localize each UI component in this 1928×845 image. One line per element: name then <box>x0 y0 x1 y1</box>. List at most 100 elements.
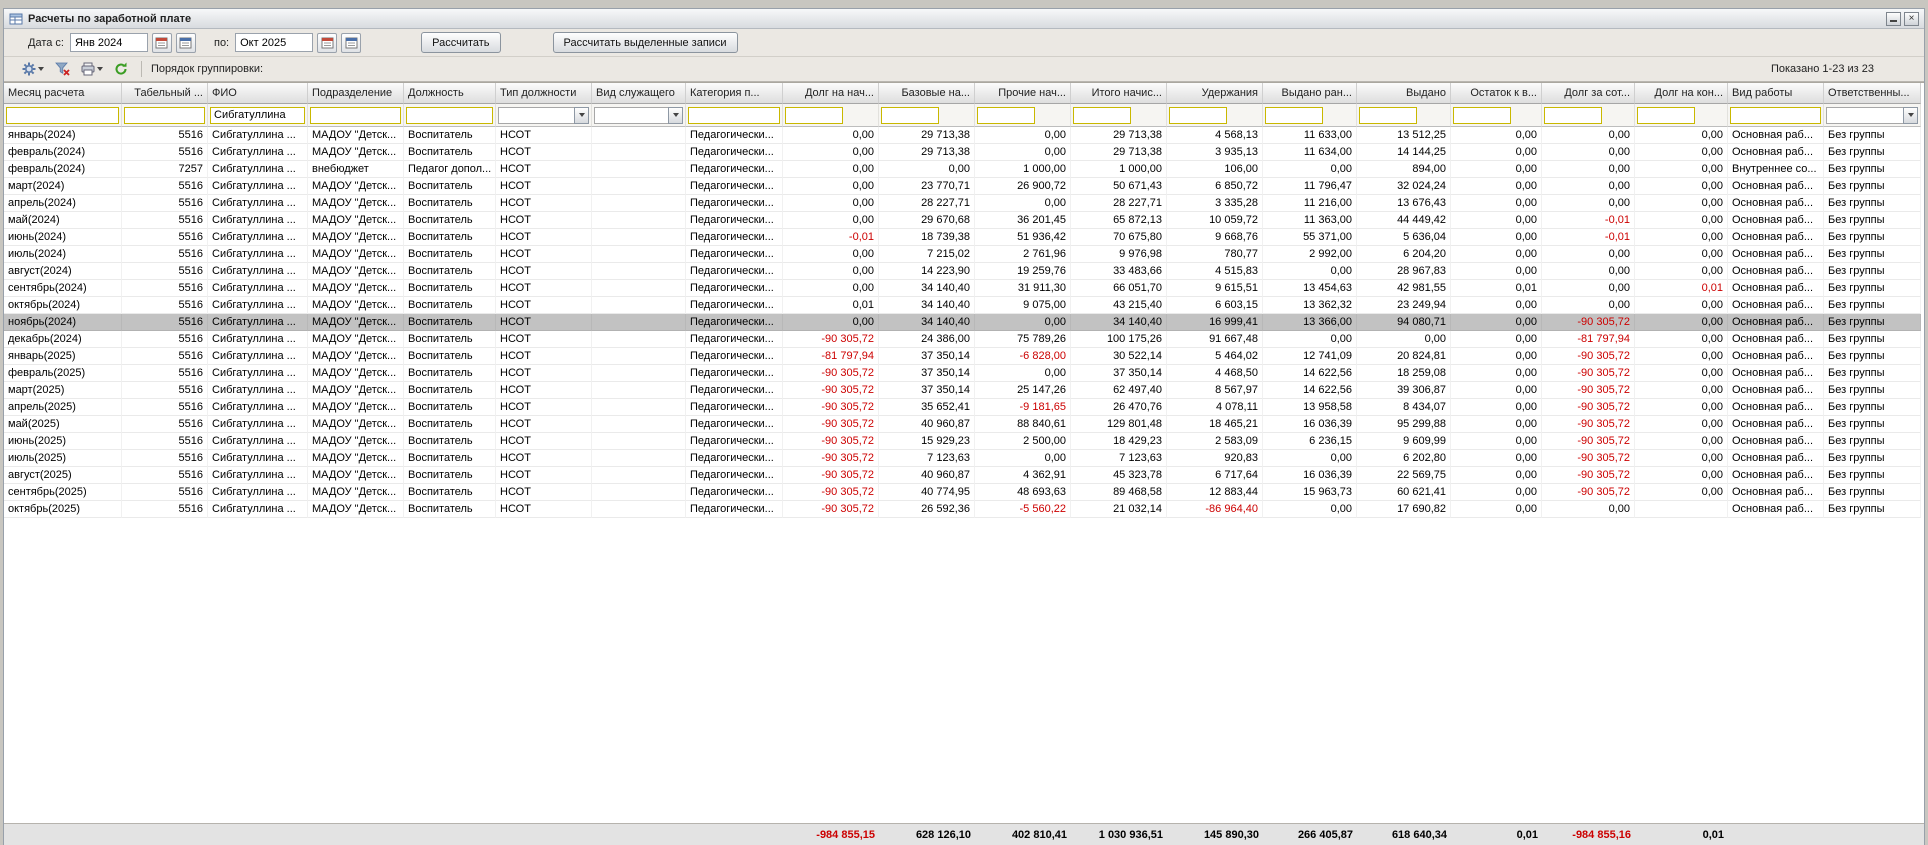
table-row[interactable]: декабрь(2024)5516Сибгатуллина ...МАДОУ "… <box>4 331 1921 348</box>
grid-cell[interactable]: 0,00 <box>1542 127 1635 144</box>
grid-cell[interactable]: 42 981,55 <box>1357 280 1451 297</box>
grid-cell[interactable]: Воспитатель <box>404 365 496 382</box>
column-header-8[interactable]: Долг на нач... <box>783 83 879 104</box>
grid-cell[interactable]: Без группы <box>1824 399 1921 416</box>
grid-cell[interactable]: 0,00 <box>1451 501 1542 518</box>
grid-cell[interactable]: Основная раб... <box>1728 314 1824 331</box>
grid-cell[interactable]: 5516 <box>122 195 208 212</box>
grid-cell[interactable]: Педагогически... <box>686 331 783 348</box>
grid-cell[interactable]: -86 964,40 <box>1167 501 1263 518</box>
grid-cell[interactable]: 0,00 <box>1451 484 1542 501</box>
grid-cell[interactable]: 0,00 <box>1635 263 1728 280</box>
grid-cell[interactable]: 18 739,38 <box>879 229 975 246</box>
grid-cell[interactable]: -90 305,72 <box>783 484 879 501</box>
grid-cell[interactable]: -90 305,72 <box>1542 348 1635 365</box>
grid-cell[interactable]: 5516 <box>122 450 208 467</box>
date-from-input[interactable] <box>70 33 148 52</box>
filter-input-9[interactable] <box>881 107 939 124</box>
grid-cell[interactable]: 29 713,38 <box>879 144 975 161</box>
grid-cell[interactable]: 0,00 <box>1451 433 1542 450</box>
table-row[interactable]: июнь(2024)5516Сибгатуллина ...МАДОУ "Дет… <box>4 229 1921 246</box>
grid-cell[interactable]: Основная раб... <box>1728 382 1824 399</box>
grid-cell[interactable] <box>592 246 686 263</box>
grid-cell[interactable]: -90 305,72 <box>783 416 879 433</box>
column-header-15[interactable]: Остаток к в... <box>1451 83 1542 104</box>
grid-cell[interactable]: Воспитатель <box>404 450 496 467</box>
grid-cell[interactable]: 0,00 <box>975 144 1071 161</box>
grid-cell[interactable]: июнь(2025) <box>4 433 122 450</box>
grid-cell[interactable]: май(2024) <box>4 212 122 229</box>
grid-cell[interactable]: 6 717,64 <box>1167 467 1263 484</box>
grid-cell[interactable]: Сибгатуллина ... <box>208 365 308 382</box>
grid-cell[interactable]: 48 693,63 <box>975 484 1071 501</box>
grid-cell[interactable]: Сибгатуллина ... <box>208 280 308 297</box>
grid-cell[interactable]: 37 350,14 <box>1071 365 1167 382</box>
grid-cell[interactable]: 0,00 <box>1451 263 1542 280</box>
grid-cell[interactable]: 5516 <box>122 433 208 450</box>
grid-cell[interactable]: 5516 <box>122 365 208 382</box>
grid-cell[interactable]: Основная раб... <box>1728 178 1824 195</box>
grid-cell[interactable]: Сибгатуллина ... <box>208 144 308 161</box>
grid-cell[interactable]: НСОТ <box>496 484 592 501</box>
grid-cell[interactable]: МАДОУ "Детск... <box>308 144 404 161</box>
grid-cell[interactable]: Воспитатель <box>404 382 496 399</box>
grid-cell[interactable]: Основная раб... <box>1728 484 1824 501</box>
grid-cell[interactable]: Сибгатуллина ... <box>208 263 308 280</box>
grid-cell[interactable]: 0,00 <box>1451 331 1542 348</box>
filter-input-8[interactable] <box>785 107 843 124</box>
grid-cell[interactable]: Основная раб... <box>1728 195 1824 212</box>
grid-cell[interactable]: НСОТ <box>496 416 592 433</box>
grid-cell[interactable] <box>592 450 686 467</box>
grid-cell[interactable]: 34 140,40 <box>879 297 975 314</box>
grid-cell[interactable]: 7 215,02 <box>879 246 975 263</box>
grid-cell[interactable]: Без группы <box>1824 433 1921 450</box>
grid-cell[interactable]: Основная раб... <box>1728 365 1824 382</box>
grid-cell[interactable]: Без группы <box>1824 484 1921 501</box>
grid-cell[interactable]: 13 676,43 <box>1357 195 1451 212</box>
table-row[interactable]: июнь(2025)5516Сибгатуллина ...МАДОУ "Дет… <box>4 433 1921 450</box>
grid-cell[interactable]: 0,00 <box>1451 382 1542 399</box>
grid-cell[interactable]: 0,00 <box>1635 212 1728 229</box>
print-menu-button[interactable] <box>77 59 107 80</box>
grid-cell[interactable]: 0,00 <box>1635 416 1728 433</box>
grid-cell[interactable]: Педагог допол... <box>404 161 496 178</box>
grid-cell[interactable]: 9 976,98 <box>1071 246 1167 263</box>
grid-cell[interactable]: 780,77 <box>1167 246 1263 263</box>
grid-cell[interactable]: 6 236,15 <box>1263 433 1357 450</box>
grid-cell[interactable]: 95 299,88 <box>1357 416 1451 433</box>
grid-cell[interactable]: Воспитатель <box>404 212 496 229</box>
grid-cell[interactable]: -90 305,72 <box>1542 484 1635 501</box>
grid-cell[interactable]: МАДОУ "Детск... <box>308 450 404 467</box>
grid-cell[interactable]: Воспитатель <box>404 246 496 263</box>
grid-cell[interactable]: 34 140,40 <box>1071 314 1167 331</box>
grid-cell[interactable]: 24 386,00 <box>879 331 975 348</box>
grid-cell[interactable]: Воспитатель <box>404 280 496 297</box>
grid-cell[interactable]: Сибгатуллина ... <box>208 399 308 416</box>
grid-cell[interactable]: Педагогически... <box>686 382 783 399</box>
grid-cell[interactable]: 0,00 <box>1542 246 1635 263</box>
grid-cell[interactable]: Сибгатуллина ... <box>208 331 308 348</box>
grid-cell[interactable]: Без группы <box>1824 280 1921 297</box>
column-header-9[interactable]: Базовые на... <box>879 83 975 104</box>
grid-cell[interactable]: 28 227,71 <box>1071 195 1167 212</box>
grid-cell[interactable]: 0,00 <box>1451 212 1542 229</box>
grid-cell[interactable]: Воспитатель <box>404 297 496 314</box>
grid-cell[interactable]: 43 215,40 <box>1071 297 1167 314</box>
grid-cell[interactable]: МАДОУ "Детск... <box>308 399 404 416</box>
grid-cell[interactable]: 0,00 <box>1635 450 1728 467</box>
grid-cell[interactable]: 14 622,56 <box>1263 382 1357 399</box>
column-header-14[interactable]: Выдано <box>1357 83 1451 104</box>
grid-cell[interactable]: ноябрь(2024) <box>4 314 122 331</box>
filter-input-16[interactable] <box>1544 107 1602 124</box>
table-row[interactable]: январь(2024)5516Сибгатуллина ...МАДОУ "Д… <box>4 127 1921 144</box>
filter-input-2[interactable] <box>210 107 305 124</box>
grid-cell[interactable]: Основная раб... <box>1728 399 1824 416</box>
grid-cell[interactable]: 13 958,58 <box>1263 399 1357 416</box>
grid-cell[interactable]: Сибгатуллина ... <box>208 178 308 195</box>
grid-cell[interactable]: 0,00 <box>1357 331 1451 348</box>
grid-cell[interactable]: 4 468,50 <box>1167 365 1263 382</box>
grid-cell[interactable]: 2 761,96 <box>975 246 1071 263</box>
grid-cell[interactable]: Воспитатель <box>404 144 496 161</box>
grid-cell[interactable]: 0,00 <box>1542 178 1635 195</box>
grid-cell[interactable]: Педагогически... <box>686 144 783 161</box>
